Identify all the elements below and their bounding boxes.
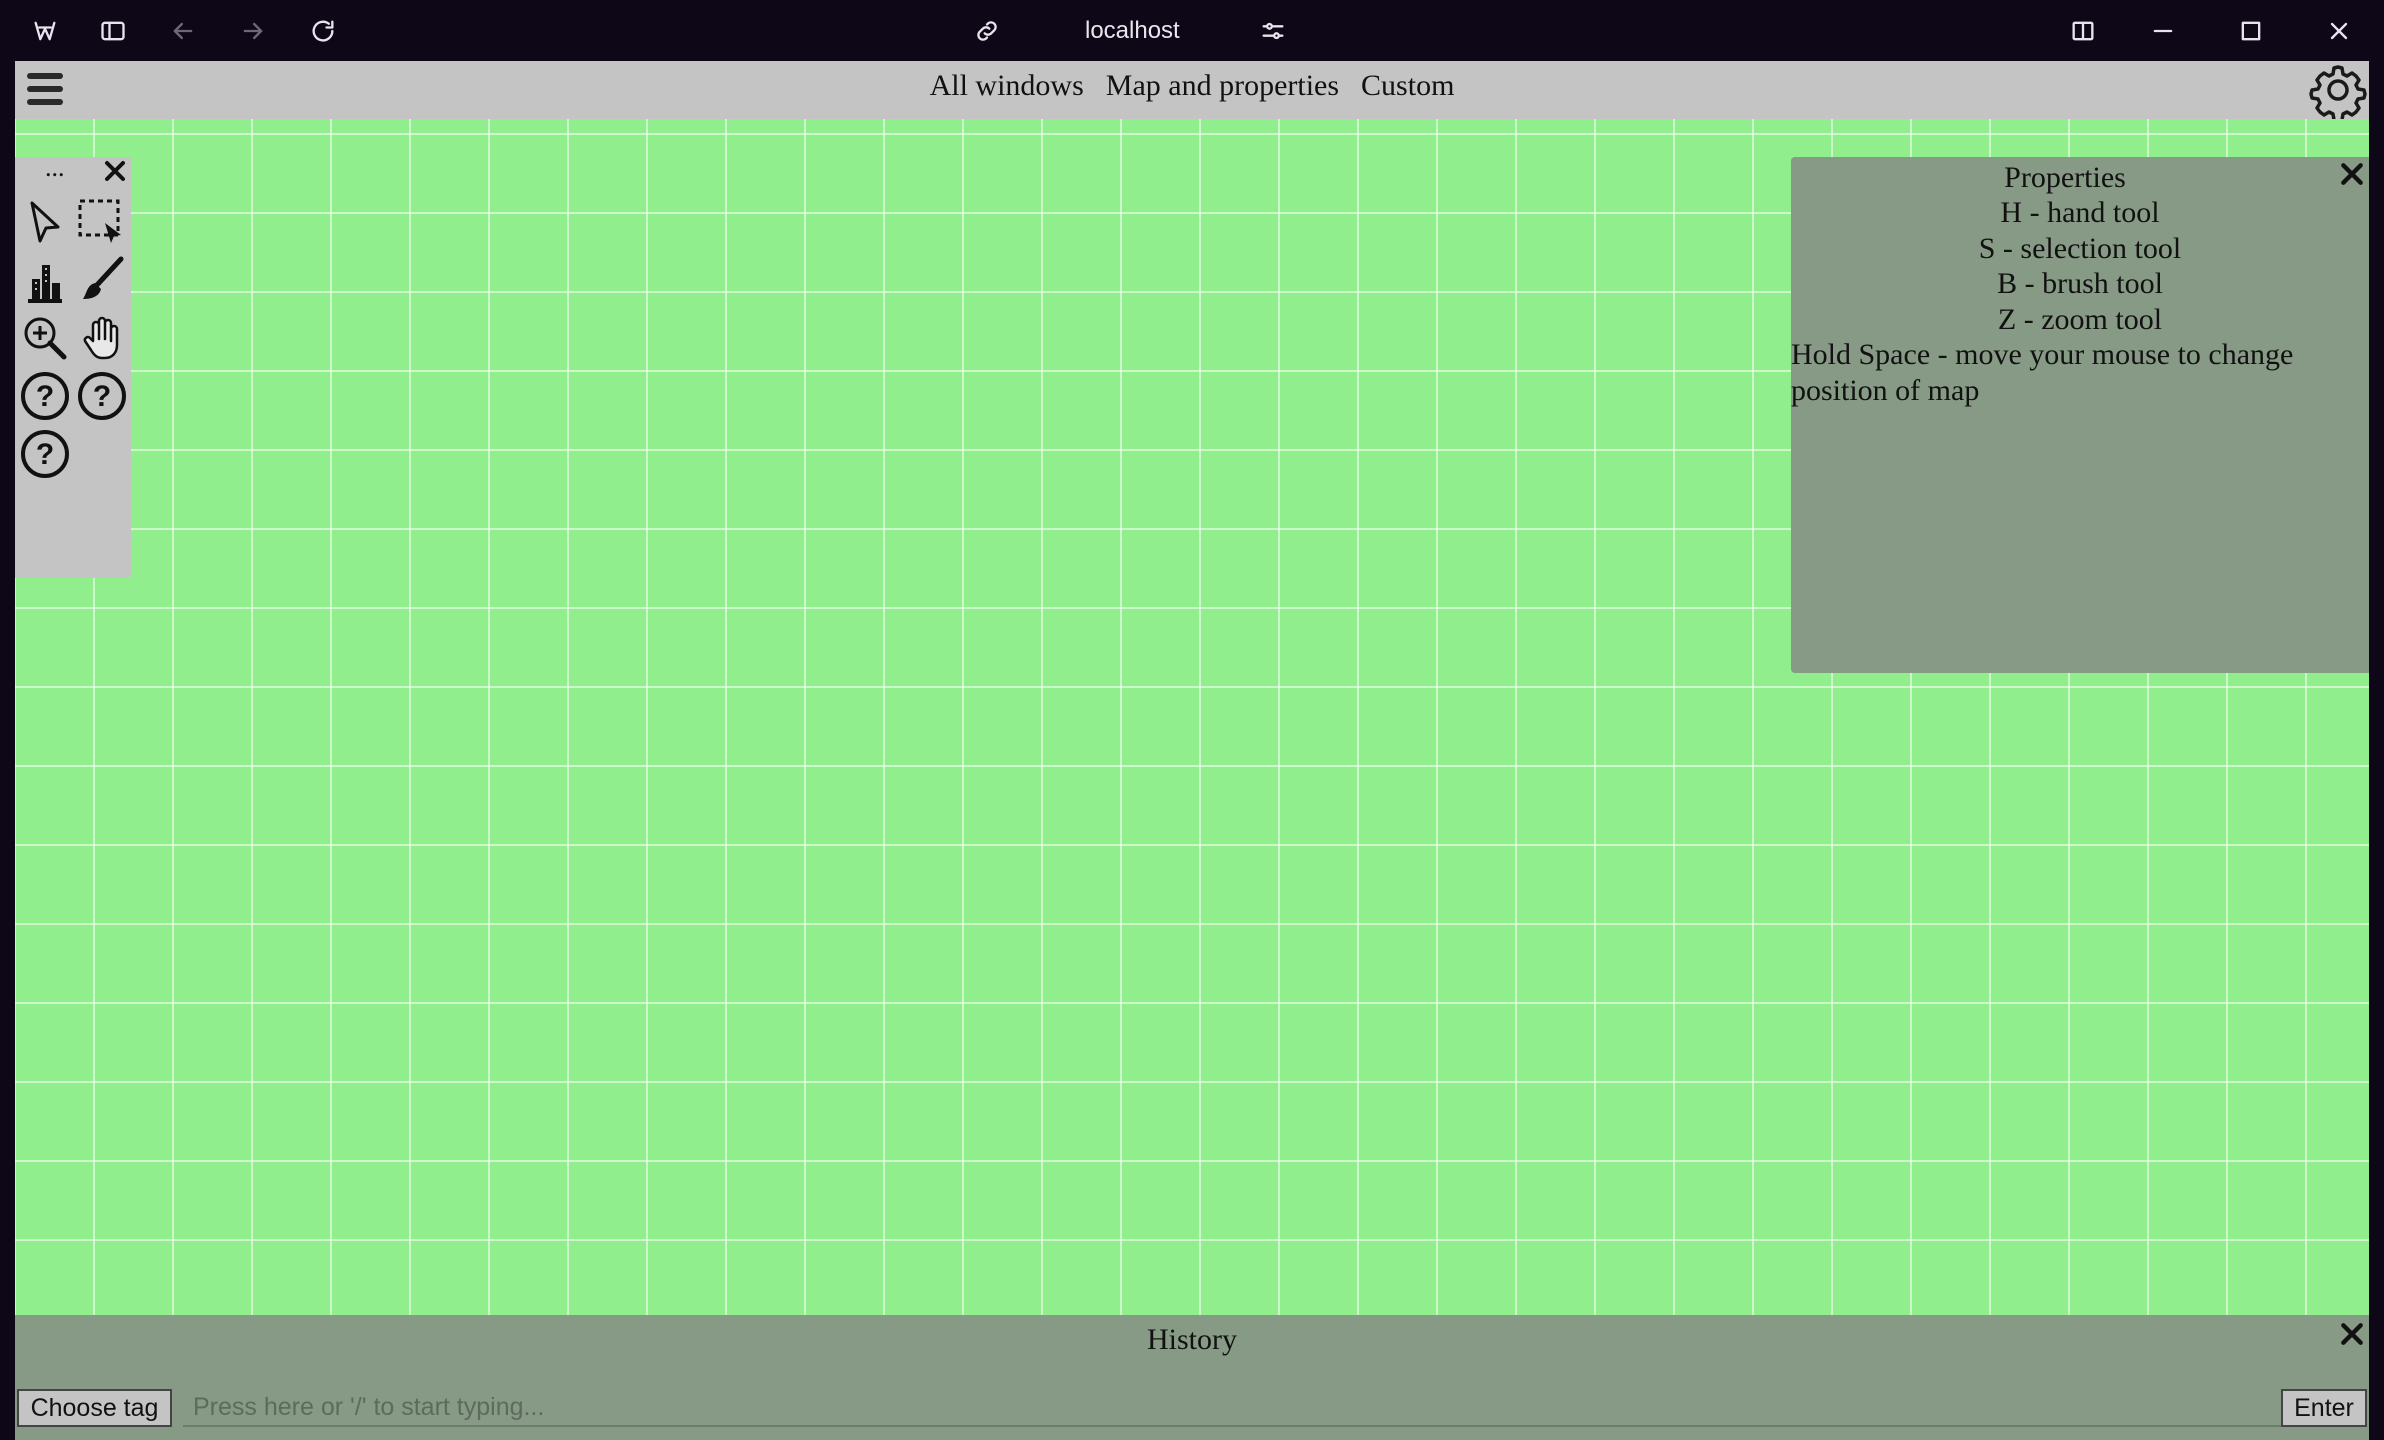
command-input[interactable] xyxy=(183,1389,2283,1427)
brush-tool-icon[interactable] xyxy=(75,253,129,307)
pointer-tool-icon[interactable] xyxy=(18,195,72,249)
menu-custom[interactable]: Custom xyxy=(1361,69,1454,103)
reload-icon[interactable] xyxy=(306,14,340,48)
close-icon[interactable] xyxy=(2322,14,2356,48)
toolbox-panel: ... ? ? ? xyxy=(15,153,131,578)
toolbox-close-icon[interactable] xyxy=(103,159,127,183)
help-tool-1-icon[interactable]: ? xyxy=(18,369,72,423)
sidebar-toggle-icon[interactable] xyxy=(96,14,130,48)
shortcut-selection: S - selection tool xyxy=(1978,231,2182,265)
building-tool-icon[interactable] xyxy=(18,253,72,307)
shortcut-zoom: Z - zoom tool xyxy=(1997,302,2163,336)
menu-all-windows[interactable]: All windows xyxy=(930,69,1084,103)
minimize-icon[interactable] xyxy=(2146,14,2180,48)
top-menu-bar: All windows Map and properties Custom xyxy=(15,61,2369,123)
choose-tag-button[interactable]: Choose tag xyxy=(17,1389,172,1427)
shortcut-list: H - hand tool S - selection tool B - bru… xyxy=(1791,195,2369,408)
layout-menu: All windows Map and properties Custom xyxy=(15,69,2369,103)
properties-panel: Properties H - hand tool S - selection t… xyxy=(1791,157,2369,673)
address-bar[interactable]: localhost xyxy=(1085,14,1180,48)
menu-map-and-properties[interactable]: Map and properties xyxy=(1106,69,1339,103)
maximize-icon[interactable] xyxy=(2234,14,2268,48)
link-icon[interactable] xyxy=(970,14,1004,48)
command-bar: Choose tag Enter xyxy=(15,1387,2369,1440)
history-title: History xyxy=(1147,1323,1237,1356)
hand-tool-icon[interactable] xyxy=(75,311,129,365)
map-editor-app: All windows Map and properties Custom ..… xyxy=(15,61,2369,1440)
enter-button[interactable]: Enter xyxy=(2281,1389,2367,1427)
selection-tool-icon[interactable] xyxy=(75,195,129,249)
properties-close-icon[interactable] xyxy=(2339,161,2365,187)
toolbox-header[interactable]: ... xyxy=(15,153,131,187)
history-panel: History xyxy=(15,1315,2369,1387)
properties-title: Properties xyxy=(2004,161,2126,194)
browser-chrome: localhost xyxy=(0,0,2384,61)
zoom-tool-icon[interactable] xyxy=(18,311,72,365)
svg-text:?: ? xyxy=(36,438,54,471)
toolbox-drag-handle[interactable]: ... xyxy=(45,153,65,183)
svg-text:?: ? xyxy=(36,380,54,413)
shortcut-brush: B - brush tool xyxy=(1997,267,2163,300)
shortcut-hold-space: Hold Space - move your mouse to change p… xyxy=(1791,338,2294,407)
help-tool-3-icon[interactable]: ? xyxy=(18,427,72,481)
back-icon[interactable] xyxy=(166,14,200,48)
settings-gear-icon[interactable] xyxy=(2309,61,2367,123)
shortcut-hand: H - hand tool xyxy=(2000,196,2160,229)
svg-text:?: ? xyxy=(93,380,111,413)
history-close-icon[interactable] xyxy=(2339,1321,2365,1347)
site-settings-icon[interactable] xyxy=(1256,14,1290,48)
forward-icon[interactable] xyxy=(236,14,270,48)
app-logo-icon[interactable] xyxy=(28,14,62,48)
split-view-icon[interactable] xyxy=(2066,14,2100,48)
help-tool-2-icon[interactable]: ? xyxy=(75,369,129,423)
